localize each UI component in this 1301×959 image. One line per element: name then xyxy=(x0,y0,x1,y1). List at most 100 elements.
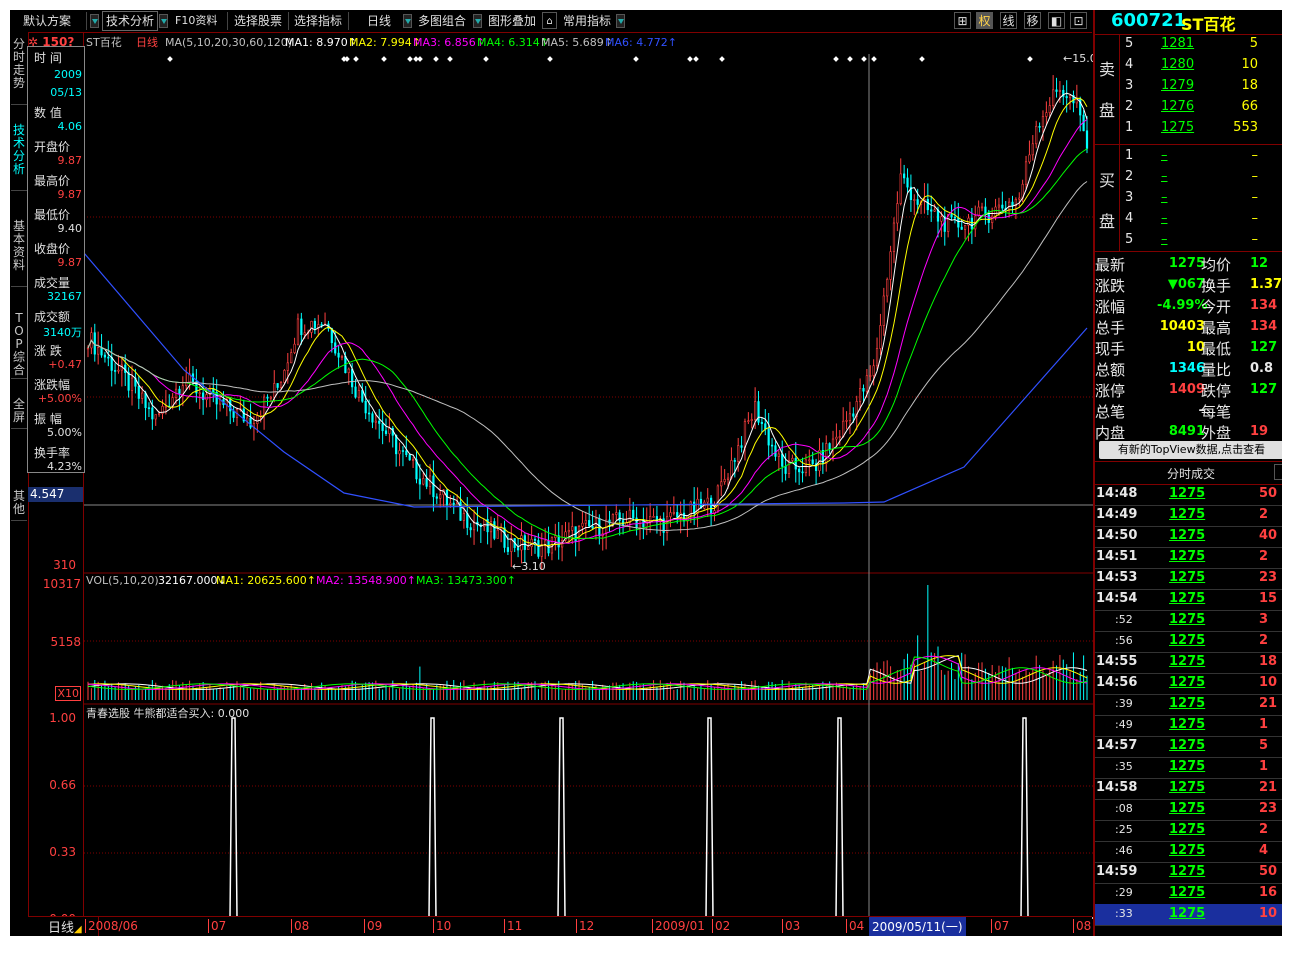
ma-legend-5: MA5: 5.689↑ xyxy=(541,36,613,49)
tick-row[interactable]: :35 1275 1 xyxy=(1095,757,1282,779)
rights-adjust-button[interactable]: 权 xyxy=(976,12,993,29)
candle xyxy=(395,435,398,455)
tab-technical[interactable]: 技术分析 xyxy=(11,124,27,191)
toolbar-multi-chart[interactable]: 多图组合 xyxy=(415,12,469,30)
topview-notice-button[interactable]: 有新的TopView数据,点击查看 xyxy=(1099,441,1282,459)
sell-level-2[interactable]: 2 1276 66 xyxy=(1095,97,1282,118)
toolbar-period-daily[interactable]: 日线 xyxy=(364,12,394,30)
expand-icon[interactable]: ⊡ xyxy=(1070,12,1087,29)
tick-row[interactable]: 14:48 1275 50 xyxy=(1095,484,1282,506)
tab-top-overview[interactable]: TOP综合 xyxy=(11,312,27,379)
sell-level-5[interactable]: 5 1281 5 xyxy=(1095,34,1282,55)
toolbar-technical-analysis[interactable]: 技术分析 xyxy=(102,11,159,31)
candle xyxy=(672,512,675,514)
tick-row[interactable]: :08 1275 23 xyxy=(1095,799,1282,821)
dropdown-arrow-icon[interactable] xyxy=(403,14,412,28)
dropdown-arrow-icon[interactable] xyxy=(616,14,625,28)
tab-other[interactable]: 其他 xyxy=(11,490,27,521)
candle xyxy=(987,214,990,223)
tick-row[interactable]: :52 1275 3 xyxy=(1095,610,1282,632)
info-label: 数 值 xyxy=(34,106,62,120)
grid-icon[interactable]: ⊞ xyxy=(954,12,971,29)
level-volume: – xyxy=(1251,148,1259,163)
candle xyxy=(286,362,289,371)
candle xyxy=(127,372,130,391)
tick-row[interactable]: :25 1275 2 xyxy=(1095,820,1282,842)
candle xyxy=(151,407,154,420)
candle xyxy=(781,453,784,467)
buy-level-3[interactable]: 3 – – xyxy=(1095,188,1282,209)
buy-level-2[interactable]: 2 – – xyxy=(1095,167,1282,188)
candle xyxy=(540,545,543,557)
candle xyxy=(940,216,943,222)
date-label: 07 xyxy=(208,919,226,933)
candle xyxy=(1068,95,1072,99)
buy-signal-line xyxy=(84,717,1093,919)
tab-fullscreen[interactable]: 全屏 xyxy=(11,398,27,429)
line-button[interactable]: 线 xyxy=(1000,12,1017,29)
scroll-icon[interactable] xyxy=(1274,464,1282,480)
level-volume: – xyxy=(1251,232,1259,247)
sell-level-4[interactable]: 4 1280 10 xyxy=(1095,55,1282,76)
tick-row[interactable]: 14:54 1275 15 xyxy=(1095,589,1282,611)
tick-row[interactable]: 14:50 1275 40 xyxy=(1095,526,1282,548)
candle xyxy=(357,390,361,398)
move-button[interactable]: 移 xyxy=(1024,12,1041,29)
level-price: 1275 xyxy=(1161,120,1195,135)
tick-row[interactable]: 14:53 1275 23 xyxy=(1095,568,1282,590)
buy-level-5[interactable]: 5 – – xyxy=(1095,230,1282,251)
sell-level-1[interactable]: 1 1275 553 xyxy=(1095,118,1282,139)
buy-level-4[interactable]: 4 – – xyxy=(1095,209,1282,230)
candle xyxy=(371,413,374,423)
lock-icon[interactable]: ⌂ xyxy=(542,12,557,29)
chart-canvas[interactable]: ST百花 日线 MA(5,10,20,30,60,120)MA1: 8.970↑MA… xyxy=(84,32,1093,936)
tab-intraday[interactable]: 分时走势 xyxy=(11,38,27,105)
tick-row[interactable]: :39 1275 21 xyxy=(1095,694,1282,716)
tick-row[interactable]: 14:59 1275 50 xyxy=(1095,862,1282,884)
info-label: 涨 跌 xyxy=(34,344,62,358)
candle xyxy=(425,478,428,487)
tick-row[interactable]: :49 1275 1 xyxy=(1095,715,1282,737)
toolbar-select-stock[interactable]: 选择股票 xyxy=(231,12,285,30)
info-label: 成交额 xyxy=(34,310,71,324)
dropdown-arrow-icon[interactable] xyxy=(90,14,99,28)
candle xyxy=(1052,89,1055,106)
toolbar-common-indicators[interactable]: 常用指标 xyxy=(560,12,614,30)
candle xyxy=(378,420,381,424)
tick-row[interactable]: 14:58 1275 21 xyxy=(1095,778,1282,800)
tick-row[interactable]: 14:56 1275 10 xyxy=(1095,673,1282,695)
toolbar-f10[interactable]: F10资料 xyxy=(172,12,220,30)
candle xyxy=(930,209,933,212)
tick-row[interactable]: :46 1275 4 xyxy=(1095,841,1282,863)
tick-row[interactable]: :56 1275 2 xyxy=(1095,631,1282,653)
buy-level-1[interactable]: 1 – – xyxy=(1095,146,1282,167)
candle xyxy=(493,521,496,539)
tick-row[interactable]: 14:49 1275 2 xyxy=(1095,505,1282,527)
tick-row[interactable]: 14:55 1275 18 xyxy=(1095,652,1282,674)
toolbar-overlay[interactable]: 图形叠加 xyxy=(485,12,539,30)
dropdown-arrow-icon[interactable] xyxy=(159,14,168,28)
candle xyxy=(144,392,147,408)
candle xyxy=(831,438,835,450)
tick-row[interactable]: :29 1275 16 xyxy=(1095,883,1282,905)
sell-level-3[interactable]: 3 1279 18 xyxy=(1095,76,1282,97)
tab-fundamentals[interactable]: 基本资料 xyxy=(11,220,27,287)
candle xyxy=(811,459,814,464)
toolbar-default-scheme[interactable]: 默认方案 xyxy=(20,12,74,30)
info-value: 9.40 xyxy=(57,222,83,235)
signal-diamond xyxy=(547,56,553,62)
kline-chart[interactable]: ST百花 日线 MA(5,10,20,30,60,120) MA1: 8.970↑ MA… xyxy=(83,32,1093,936)
dropdown-arrow-icon[interactable] xyxy=(473,14,482,28)
tick-row[interactable]: 14:51 1275 2 xyxy=(1095,547,1282,569)
candle xyxy=(963,224,967,230)
candle xyxy=(838,436,841,438)
panel-toggle-icon[interactable]: ◧ xyxy=(1048,12,1065,29)
candle xyxy=(374,420,377,423)
candle xyxy=(706,497,709,503)
signal-diamond xyxy=(687,56,693,62)
info-label: 涨跌幅 xyxy=(34,378,71,392)
tick-row[interactable]: :33 1275 10 xyxy=(1095,904,1282,926)
toolbar-select-indicator[interactable]: 选择指标 xyxy=(291,12,345,30)
tick-row[interactable]: 14:57 1275 5 xyxy=(1095,736,1282,758)
candle xyxy=(117,369,120,372)
